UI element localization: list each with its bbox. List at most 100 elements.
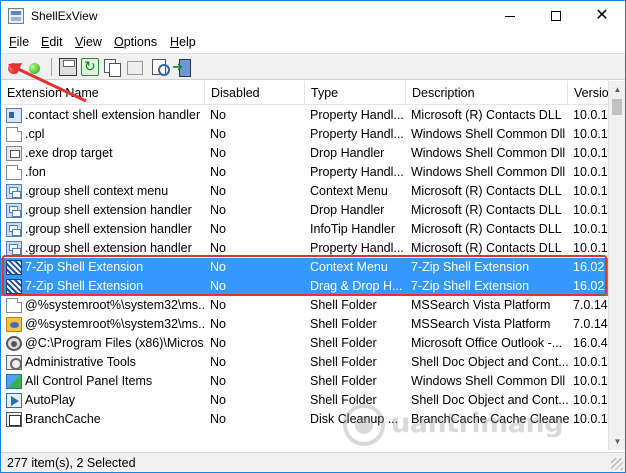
refresh-icon[interactable]	[81, 58, 99, 76]
version-cell: 10.0.14	[573, 393, 608, 407]
disabled-cell: No	[210, 165, 226, 179]
column-header-extension-name[interactable]: Extension Name	[1, 81, 205, 105]
settings-icon	[6, 336, 22, 351]
version-cell: 10.0.14	[573, 165, 608, 179]
menu-help[interactable]: Help	[170, 35, 196, 49]
extension-name-cell: .group shell context menu	[25, 184, 169, 198]
version-cell: 10.0.14	[573, 203, 608, 217]
maximize-button[interactable]	[533, 1, 579, 31]
menu-edit[interactable]: Edit	[41, 35, 63, 49]
table-row[interactable]: .contact shell extension handler No Proper…	[1, 106, 608, 125]
enable-icon	[29, 63, 40, 74]
menu-options[interactable]: Options	[114, 35, 157, 49]
extension-name-cell: All Control Panel Items	[25, 374, 153, 388]
version-cell: 10.0.14	[573, 374, 608, 388]
version-cell: 10.0.14	[573, 108, 608, 122]
minimize-icon	[505, 15, 515, 17]
extension-name-cell: Administrative Tools	[25, 355, 136, 369]
type-cell: Context Menu	[310, 184, 388, 198]
type-cell: Shell Folder	[310, 393, 377, 407]
description-cell: Windows Shell Common Dll	[411, 146, 566, 160]
type-cell: Drop Handler	[310, 203, 385, 217]
generic-file-icon	[6, 127, 22, 142]
table-row[interactable]: .group shell extension handler No InfoTip …	[1, 220, 608, 239]
table-row[interactable]: @%systemroot%\system32\ms... No Shell Fold…	[1, 315, 608, 334]
table-row[interactable]: .fon No Property Handl... Windows Shell Com…	[1, 163, 608, 182]
disabled-cell: No	[210, 146, 226, 160]
vertical-scrollbar[interactable]: ▲ ▼	[608, 81, 625, 450]
resize-grip-icon[interactable]	[611, 458, 623, 470]
type-cell: Drop Handler	[310, 146, 385, 160]
close-button[interactable]: ✕	[579, 1, 625, 31]
type-cell: Disk Cleanup ...	[310, 412, 399, 426]
disable-button[interactable]	[5, 58, 23, 76]
column-header-version[interactable]: Version	[568, 81, 608, 105]
description-cell: Microsoft (R) Contacts DLL	[411, 184, 562, 198]
copy-icon[interactable]	[103, 58, 121, 77]
admin-tools-icon	[6, 355, 22, 370]
table-row[interactable]: .exe drop target No Drop Handler Windows Sh…	[1, 144, 608, 163]
table-row[interactable]: .cpl No Property Handl... Windows Shell Com…	[1, 125, 608, 144]
exit-icon[interactable]	[172, 58, 191, 77]
disabled-cell: No	[210, 184, 226, 198]
disable-icon	[8, 63, 19, 74]
version-cell: 16.0.46	[573, 336, 608, 350]
context-menu-icon	[6, 241, 22, 256]
close-icon: ✕	[595, 7, 609, 24]
type-cell: Shell Folder	[310, 336, 377, 350]
table-row[interactable]: All Control Panel Items No Shell Folder Win…	[1, 372, 608, 391]
title-bar: ShellExView ✕	[1, 1, 625, 31]
extension-name-cell: BranchCache	[25, 412, 101, 426]
version-cell: 7.0.143	[573, 317, 608, 331]
type-cell: Shell Folder	[310, 374, 377, 388]
table-row[interactable]: .group shell extension handler No Drop Han…	[1, 201, 608, 220]
extension-name-cell: AutoPlay	[25, 393, 76, 407]
table-row[interactable]: AutoPlay No Shell Folder Shell Doc Object a…	[1, 391, 608, 410]
window-title: ShellExView	[31, 9, 98, 23]
table-row[interactable]: @C:\Program Files (x86)\Micros... No Shell…	[1, 334, 608, 353]
description-cell: MSSearch Vista Platform	[411, 298, 551, 312]
disabled-cell: No	[210, 298, 226, 312]
version-cell: 7.0.143	[573, 298, 608, 312]
properties-icon[interactable]	[125, 58, 143, 76]
maximize-icon	[551, 11, 561, 21]
table-row[interactable]: .group shell context menu No Context Menu M…	[1, 182, 608, 201]
save-icon[interactable]	[59, 58, 77, 76]
description-cell: Microsoft Office Outlook -...	[411, 336, 563, 350]
menu-file[interactable]: File	[9, 35, 29, 49]
description-cell: Microsoft (R) Contacts DLL	[411, 108, 562, 122]
generic-file-icon	[6, 298, 22, 313]
column-header-disabled[interactable]: Disabled	[205, 81, 305, 105]
enable-button[interactable]	[26, 58, 44, 76]
table-row[interactable]: Administrative Tools No Shell Folder Shell …	[1, 353, 608, 372]
scroll-down-icon[interactable]: ▼	[609, 433, 626, 450]
find-icon[interactable]	[151, 58, 170, 76]
menu-view[interactable]: View	[75, 35, 102, 49]
extension-name-cell: .exe drop target	[25, 146, 113, 160]
column-header-description[interactable]: Description	[406, 81, 568, 105]
version-cell: 10.0.14	[573, 127, 608, 141]
disabled-cell: No	[210, 108, 226, 122]
extension-name-cell: .contact shell extension handler	[25, 108, 201, 122]
disabled-cell: No	[210, 336, 226, 350]
drop-target-icon	[6, 146, 22, 161]
type-cell: Shell Folder	[310, 355, 377, 369]
extension-name-cell: .group shell extension handler	[25, 222, 192, 236]
column-header-type[interactable]: Type	[305, 81, 406, 105]
extension-name-cell: .fon	[25, 165, 46, 179]
description-cell: BranchCache Cache Cleaner	[411, 412, 569, 426]
table-row[interactable]: BranchCache No Disk Cleanup ... BranchCache…	[1, 410, 608, 429]
table-row[interactable]: @%systemroot%\system32\ms... No Shell Fold…	[1, 296, 608, 315]
minimize-button[interactable]	[487, 1, 533, 31]
disabled-cell: No	[210, 412, 226, 426]
disabled-cell: No	[210, 393, 226, 407]
scroll-thumb[interactable]	[612, 99, 622, 115]
scroll-up-icon[interactable]: ▲	[609, 81, 626, 98]
generic-file-icon	[6, 165, 22, 180]
context-menu-icon	[6, 184, 22, 199]
disabled-cell: No	[210, 317, 226, 331]
type-cell: Property Handl...	[310, 127, 404, 141]
extension-name-cell: @C:\Program Files (x86)\Micros...	[25, 336, 205, 350]
type-cell: Property Handl...	[310, 165, 404, 179]
property-handler-icon	[6, 108, 22, 123]
